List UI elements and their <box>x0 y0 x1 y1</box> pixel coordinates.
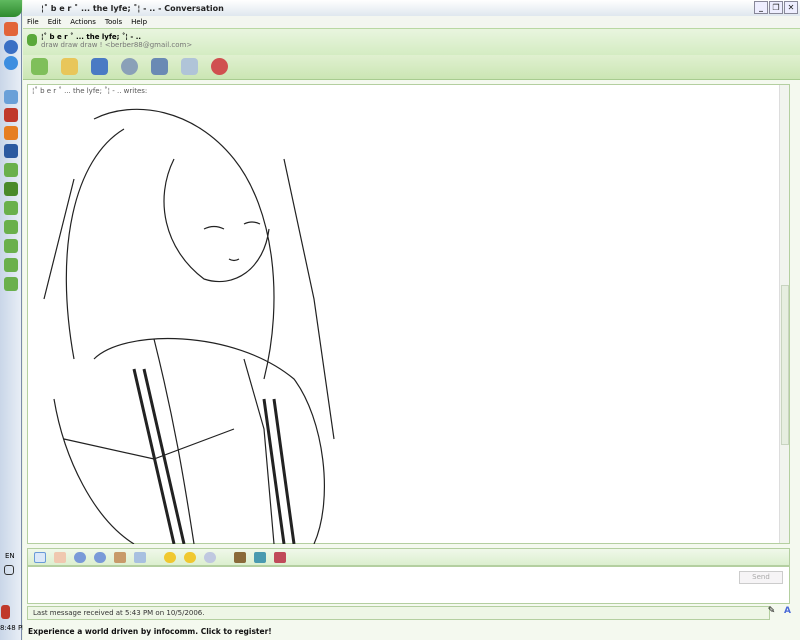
scrollbar-thumb[interactable] <box>781 285 789 445</box>
font-icon[interactable] <box>234 551 246 563</box>
ad-banner[interactable]: Experience a world driven by infocomm. C… <box>28 627 272 636</box>
contact-status: draw draw draw ! <berber88@gmail.com> <box>41 41 193 49</box>
chat-history: ¦˚ b e r ˚ ... the lyfe; ˚¦ - .. writes: <box>27 84 790 544</box>
help-icon[interactable] <box>4 565 14 575</box>
status-bar: Last message received at 5:43 PM on 10/5… <box>27 606 770 620</box>
games-icon[interactable] <box>181 58 198 75</box>
start-button[interactable] <box>0 0 22 17</box>
msn-task-icon[interactable] <box>4 201 18 215</box>
buddy-icon <box>27 34 37 46</box>
taskbar: EN 8:48 PM <box>0 0 28 640</box>
title-bar: ¦˚ b e r ˚ ... the lyfe; ˚¦ - .. - Conve… <box>23 0 800 16</box>
firefox-icon[interactable] <box>4 22 18 36</box>
minimize-button[interactable]: _ <box>754 1 768 14</box>
msn-task-icon[interactable] <box>4 220 18 234</box>
block-icon[interactable] <box>211 58 228 75</box>
webcam-icon[interactable] <box>91 58 108 75</box>
send-files-icon[interactable] <box>61 58 78 75</box>
msn-task-icon[interactable] <box>4 163 18 177</box>
msn-task-icon[interactable] <box>4 258 18 272</box>
emoticon-icon[interactable] <box>164 551 176 563</box>
ink-drawing <box>43 108 335 544</box>
safari-task-icon[interactable] <box>4 144 18 158</box>
menu-actions[interactable]: Actions <box>70 18 96 26</box>
chat-scrollbar[interactable] <box>779 85 789 543</box>
language-indicator[interactable]: EN <box>5 552 15 560</box>
conversation-window: ¦˚ b e r ˚ ... the lyfe; ˚¦ - .. - Conve… <box>23 0 800 640</box>
background-icon[interactable] <box>254 551 266 563</box>
zonealarm-icon[interactable] <box>1 605 10 619</box>
nudge-icon[interactable] <box>204 551 216 563</box>
text-mode-icon[interactable]: A <box>781 606 794 620</box>
activities-icon[interactable] <box>151 58 168 75</box>
call-icon[interactable] <box>121 58 138 75</box>
msn-task-icon[interactable] <box>4 182 18 196</box>
menu-tools[interactable]: Tools <box>105 18 122 26</box>
contact-name: ¦˚ b e r ˚ ... the lyfe; ˚¦ - .. <box>41 33 142 41</box>
wink-icon[interactable] <box>184 551 196 563</box>
firefox-task-icon[interactable] <box>4 126 18 140</box>
redo-icon[interactable] <box>94 551 106 563</box>
sender-line: ¦˚ b e r ˚ ... the lyfe; ˚¦ - .. writes: <box>32 87 148 95</box>
handwriting-mode-icon[interactable]: ✎ <box>765 606 778 620</box>
task-icon[interactable] <box>4 108 18 122</box>
msn-task-icon[interactable] <box>4 239 18 253</box>
format-toolbar <box>27 548 790 566</box>
eraser-icon[interactable] <box>54 551 66 563</box>
contact-header: ¦˚ b e r ˚ ... the lyfe; ˚¦ - .. draw dr… <box>23 28 800 55</box>
window-icon[interactable] <box>4 90 18 104</box>
pen-width-icon[interactable] <box>134 551 146 563</box>
menu-bar: File Edit Actions Tools Help <box>23 16 800 28</box>
maximize-button[interactable]: ❐ <box>769 1 783 14</box>
media-player-icon[interactable] <box>4 40 18 54</box>
menu-file[interactable]: File <box>27 18 39 26</box>
handwriting-icon[interactable] <box>34 551 46 563</box>
menu-help[interactable]: Help <box>131 18 147 26</box>
message-input[interactable]: Send <box>27 566 790 604</box>
close-button[interactable]: ✕ <box>784 1 798 14</box>
invite-contact-icon[interactable] <box>31 58 48 75</box>
send-button[interactable]: Send <box>739 571 783 584</box>
msn-task-icon[interactable] <box>4 277 18 291</box>
undo-icon[interactable] <box>74 551 86 563</box>
gift-icon[interactable] <box>274 551 286 563</box>
action-toolbar <box>23 55 800 80</box>
ie-icon[interactable] <box>4 56 18 70</box>
pen-color-icon[interactable] <box>114 551 126 563</box>
menu-edit[interactable]: Edit <box>48 18 62 26</box>
window-title: ¦˚ b e r ˚ ... the lyfe; ˚¦ - .. - Conve… <box>41 3 224 13</box>
